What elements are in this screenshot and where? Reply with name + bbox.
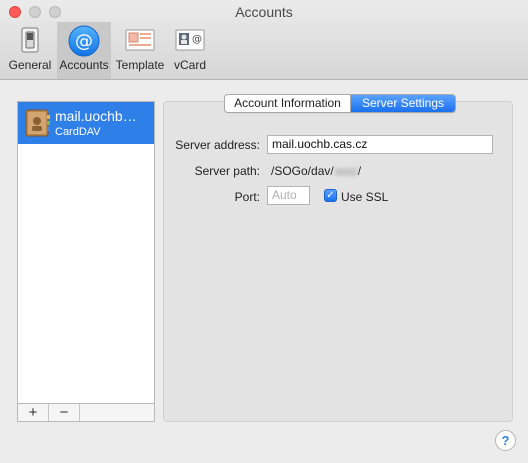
window-title: Accounts <box>235 4 293 20</box>
add-account-button[interactable]: + <box>18 404 49 421</box>
account-name: mail.uochb… <box>55 108 137 124</box>
template-icon <box>125 29 155 51</box>
server-path-label: Server path: <box>194 164 260 178</box>
use-ssl-label: Use SSL <box>341 190 389 204</box>
vcard-icon: @ <box>175 29 205 51</box>
port-field[interactable]: Auto <box>267 186 310 205</box>
remove-account-button[interactable]: − <box>49 404 80 421</box>
toolbar-accounts-label: Accounts <box>59 58 109 72</box>
at-sign-icon: @ <box>68 25 100 57</box>
toolbar-accounts[interactable]: @ Accounts <box>57 22 111 79</box>
server-path-suffix: / <box>357 164 362 178</box>
toolbar-template-label: Template <box>115 58 165 72</box>
server-path-value: /SOGo/dav/ / <box>271 164 361 178</box>
svg-text:@: @ <box>192 34 202 45</box>
use-ssl-checkbox[interactable]: ✓ <box>324 189 337 202</box>
tab-account-information[interactable]: Account Information <box>225 95 351 112</box>
accounts-list-footer: + − <box>17 403 155 422</box>
toolbar-template[interactable]: Template <box>113 22 167 79</box>
preferences-window: Accounts General @ Accounts Template @ v… <box>0 0 528 463</box>
title-bar: Accounts General @ Accounts Template @ v… <box>0 0 528 80</box>
account-list-item[interactable]: mail.uochb… CardDAV <box>18 102 154 144</box>
redacted-username <box>334 167 357 176</box>
server-path-prefix: /SOGo/dav/ <box>271 164 334 178</box>
server-address-field[interactable]: mail.uochb.cas.cz <box>267 135 493 154</box>
settings-tabs: Account Information Server Settings <box>224 94 456 113</box>
general-switch-icon <box>21 27 39 53</box>
help-button[interactable]: ? <box>495 430 516 451</box>
tab-server-settings[interactable]: Server Settings <box>351 95 455 112</box>
toolbar-general[interactable]: General <box>3 22 57 79</box>
toolbar-vcard-label: vCard <box>173 58 206 72</box>
port-label: Port: <box>234 190 260 204</box>
address-book-icon <box>25 109 50 137</box>
server-address-label: Server address: <box>175 138 260 152</box>
toolbar-vcard[interactable]: @ vCard <box>163 22 217 79</box>
account-type: CardDAV <box>55 126 101 138</box>
toolbar-general-label: General <box>8 58 52 72</box>
svg-text:@: @ <box>75 31 93 52</box>
accounts-list[interactable]: mail.uochb… CardDAV <box>17 101 155 422</box>
